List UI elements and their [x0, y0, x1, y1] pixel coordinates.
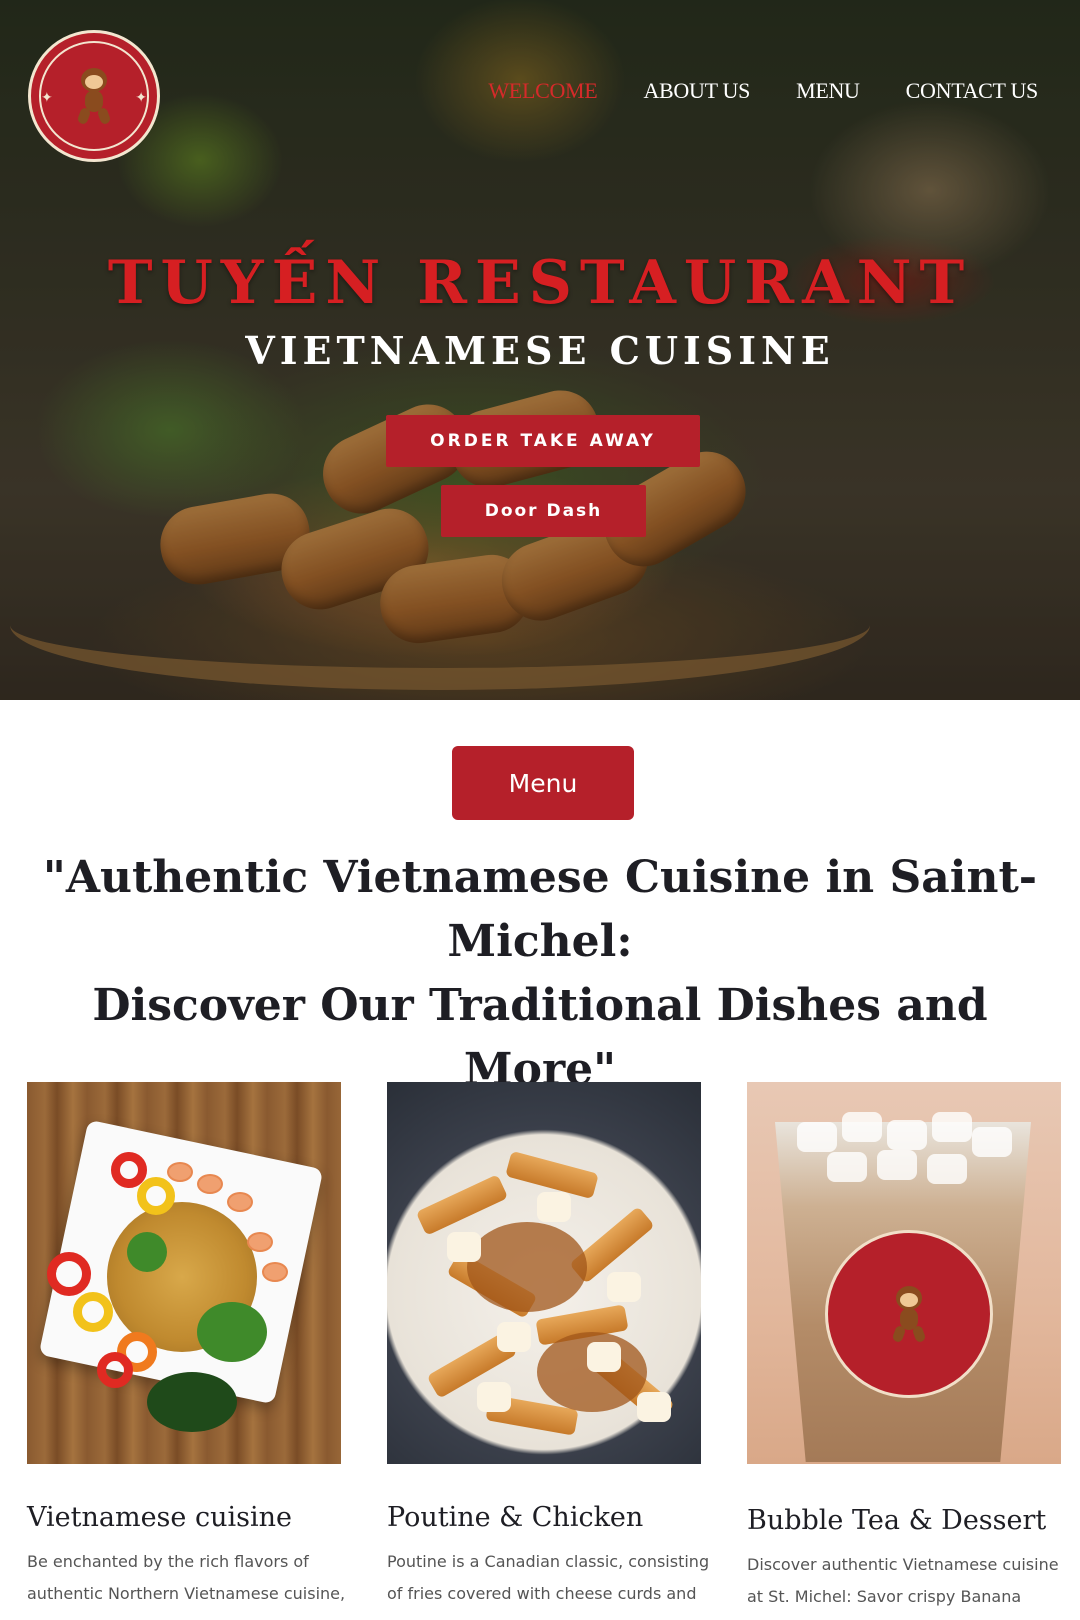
- vietnamese-dish-image[interactable]: [27, 1082, 341, 1464]
- logo-ring: [39, 41, 149, 151]
- card-title[interactable]: Bubble Tea & Dessert: [747, 1505, 1046, 1536]
- monkey-icon: [886, 1286, 932, 1344]
- tagline-line: "Authentic Vietnamese Cuisine in Saint-M…: [42, 852, 1038, 967]
- star-icon: ✦: [135, 89, 147, 105]
- card-desc-line: Discover authentic Vietnamese cuisine: [747, 1555, 1059, 1574]
- hero-title: TUYẾN RESTAURANT: [107, 248, 973, 318]
- nav-contact-us[interactable]: CONTACT US: [906, 78, 1039, 104]
- bubble-tea-image[interactable]: [747, 1082, 1061, 1464]
- card-vietnamese-cuisine[interactable]: [27, 1082, 341, 1464]
- card-desc-line: of fries covered with cheese curds and: [387, 1584, 697, 1603]
- door-dash-button[interactable]: Door Dash: [441, 485, 646, 537]
- card-title[interactable]: Poutine & Chicken: [387, 1502, 643, 1533]
- restaurant-logo[interactable]: ✦ ✦: [28, 30, 160, 162]
- card-bubble-tea-dessert[interactable]: [747, 1082, 1061, 1464]
- card-poutine-chicken[interactable]: [387, 1082, 701, 1464]
- card-desc-line: Be enchanted by the rich flavors of: [27, 1552, 309, 1571]
- menu-button[interactable]: Menu: [452, 746, 634, 820]
- main-nav: WELCOME ABOUT US MENU CONTACT US: [488, 78, 1038, 104]
- card-desc-line: at St. Michel: Savor crispy Banana: [747, 1587, 1022, 1606]
- card-title[interactable]: Vietnamese cuisine: [27, 1502, 292, 1533]
- nav-welcome[interactable]: WELCOME: [488, 78, 597, 104]
- monkey-icon: [71, 68, 117, 126]
- star-icon: ✦: [41, 89, 53, 105]
- hero-banner: ✦ ✦ WELCOME ABOUT US MENU CONTACT US TUY…: [0, 0, 1080, 700]
- cafe-logo: [825, 1230, 993, 1398]
- nav-about-us[interactable]: ABOUT US: [643, 78, 750, 104]
- nav-menu[interactable]: MENU: [796, 78, 860, 104]
- card-description: Discover authentic Vietnamese cuisine at…: [747, 1549, 1077, 1613]
- card-description: Be enchanted by the rich flavors of auth…: [27, 1546, 357, 1610]
- hero-subtitle: VIETNAMESE CUISINE: [245, 328, 835, 373]
- poutine-image[interactable]: [387, 1082, 701, 1464]
- page-tagline: "Authentic Vietnamese Cuisine in Saint-M…: [20, 846, 1060, 1102]
- card-description: Poutine is a Canadian classic, consistin…: [387, 1546, 717, 1610]
- card-desc-line: Poutine is a Canadian classic, consistin…: [387, 1552, 710, 1571]
- order-take-away-button[interactable]: ORDER TAKE AWAY: [386, 415, 700, 467]
- card-desc-line: authentic Northern Vietnamese cuisine,: [27, 1584, 346, 1603]
